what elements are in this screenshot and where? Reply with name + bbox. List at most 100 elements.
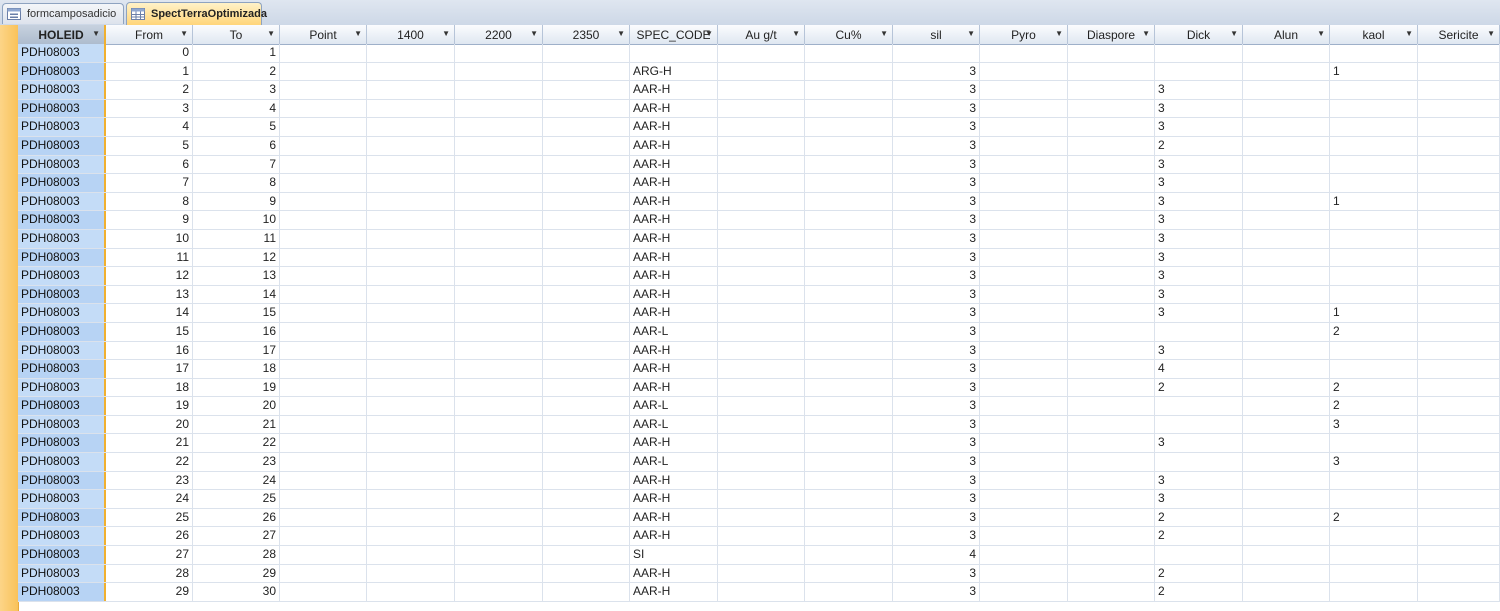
table-cell[interactable]: 3: [893, 174, 980, 192]
table-cell[interactable]: AAR-H: [630, 341, 718, 360]
filter-dropdown-icon[interactable]: ▼: [880, 29, 888, 38]
table-cell[interactable]: [1418, 136, 1500, 155]
table-cell[interactable]: [280, 81, 367, 99]
table-cell[interactable]: [1418, 341, 1500, 360]
table-cell[interactable]: [1243, 136, 1330, 155]
table-cell[interactable]: [1418, 564, 1500, 583]
table-cell[interactable]: 2: [193, 62, 280, 81]
table-cell[interactable]: [1330, 434, 1418, 453]
table-cell[interactable]: [1068, 360, 1155, 378]
table-cell[interactable]: PDH08003: [18, 267, 106, 285]
table-cell[interactable]: AAR-H: [630, 564, 718, 583]
table-cell[interactable]: [280, 62, 367, 81]
table-cell[interactable]: [280, 136, 367, 155]
table-row[interactable]: PDH08003 12 13 AAR-H 3 3: [18, 267, 1500, 286]
table-cell[interactable]: 0: [106, 44, 193, 62]
table-cell[interactable]: [1418, 527, 1500, 546]
table-cell[interactable]: 3: [106, 99, 193, 118]
table-cell[interactable]: [805, 471, 893, 490]
table-cell[interactable]: AAR-H: [630, 471, 718, 490]
column-header-au-g-t[interactable]: Au g/t ▼: [718, 25, 805, 44]
table-cell[interactable]: [1330, 360, 1418, 378]
table-cell[interactable]: [455, 192, 543, 211]
table-cell[interactable]: [1330, 527, 1418, 546]
table-cell[interactable]: PDH08003: [18, 81, 106, 99]
table-cell[interactable]: [280, 174, 367, 192]
table-cell[interactable]: [718, 564, 805, 583]
table-cell[interactable]: PDH08003: [18, 99, 106, 118]
table-cell[interactable]: 25: [106, 508, 193, 527]
table-cell[interactable]: [980, 304, 1068, 322]
table-cell[interactable]: 16: [193, 322, 280, 341]
table-cell[interactable]: [718, 378, 805, 397]
table-cell[interactable]: 24: [106, 490, 193, 508]
table-cell[interactable]: PDH08003: [18, 136, 106, 155]
table-row[interactable]: PDH08003 5 6 AAR-H 3 2: [18, 136, 1500, 156]
filter-dropdown-icon[interactable]: ▼: [1487, 29, 1495, 38]
table-cell[interactable]: [1068, 248, 1155, 267]
table-cell[interactable]: [367, 527, 455, 546]
table-cell[interactable]: [980, 471, 1068, 490]
table-cell[interactable]: PDH08003: [18, 546, 106, 564]
table-cell[interactable]: 3: [893, 583, 980, 601]
table-cell[interactable]: [980, 527, 1068, 546]
table-cell[interactable]: [805, 248, 893, 267]
table-cell[interactable]: 2: [1155, 564, 1243, 583]
table-cell[interactable]: 3: [1155, 471, 1243, 490]
table-cell[interactable]: [1418, 267, 1500, 285]
table-row[interactable]: PDH08003 25 26 AAR-H 3 2 2: [18, 508, 1500, 528]
table-cell[interactable]: [455, 118, 543, 136]
table-cell[interactable]: 3: [893, 397, 980, 415]
table-cell[interactable]: PDH08003: [18, 508, 106, 527]
table-cell[interactable]: [455, 564, 543, 583]
table-cell[interactable]: [543, 81, 630, 99]
table-cell[interactable]: [718, 44, 805, 62]
table-cell[interactable]: [367, 155, 455, 174]
table-cell[interactable]: 23: [193, 453, 280, 471]
table-cell[interactable]: [718, 192, 805, 211]
table-cell[interactable]: [1243, 360, 1330, 378]
column-header-sil[interactable]: sil ▼: [893, 25, 980, 44]
table-cell[interactable]: PDH08003: [18, 211, 106, 229]
table-cell[interactable]: 3: [893, 471, 980, 490]
table-cell[interactable]: [980, 174, 1068, 192]
table-cell[interactable]: [1068, 490, 1155, 508]
table-cell[interactable]: [455, 99, 543, 118]
column-header-2200[interactable]: 2200 ▼: [455, 25, 543, 44]
table-cell[interactable]: [718, 490, 805, 508]
table-cell[interactable]: [543, 62, 630, 81]
table-cell[interactable]: PDH08003: [18, 415, 106, 434]
table-cell[interactable]: 4: [193, 99, 280, 118]
table-cell[interactable]: [455, 62, 543, 81]
table-cell[interactable]: PDH08003: [18, 453, 106, 471]
table-cell[interactable]: 27: [193, 527, 280, 546]
table-cell[interactable]: [805, 583, 893, 601]
table-cell[interactable]: 26: [193, 508, 280, 527]
table-cell[interactable]: [455, 527, 543, 546]
table-cell[interactable]: AAR-H: [630, 136, 718, 155]
table-row[interactable]: PDH08003 29 30 AAR-H 3 2: [18, 583, 1500, 602]
table-cell[interactable]: [367, 174, 455, 192]
table-cell[interactable]: [367, 471, 455, 490]
table-cell[interactable]: [1418, 322, 1500, 341]
table-cell[interactable]: [1418, 62, 1500, 81]
table-row[interactable]: PDH08003 2 3 AAR-H 3 3: [18, 81, 1500, 100]
table-cell[interactable]: [280, 564, 367, 583]
table-cell[interactable]: [280, 44, 367, 62]
table-cell[interactable]: 30: [193, 583, 280, 601]
table-cell[interactable]: [805, 546, 893, 564]
table-cell[interactable]: [630, 44, 718, 62]
table-cell[interactable]: 1: [106, 62, 193, 81]
table-cell[interactable]: [455, 546, 543, 564]
table-cell[interactable]: [718, 211, 805, 229]
table-cell[interactable]: AAR-H: [630, 360, 718, 378]
table-cell[interactable]: [367, 304, 455, 322]
table-cell[interactable]: 8: [193, 174, 280, 192]
table-cell[interactable]: PDH08003: [18, 155, 106, 174]
table-cell[interactable]: [1068, 267, 1155, 285]
table-cell[interactable]: 3: [193, 81, 280, 99]
table-cell[interactable]: 17: [106, 360, 193, 378]
table-cell[interactable]: [455, 322, 543, 341]
table-cell[interactable]: 17: [193, 341, 280, 360]
table-cell[interactable]: 22: [193, 434, 280, 453]
